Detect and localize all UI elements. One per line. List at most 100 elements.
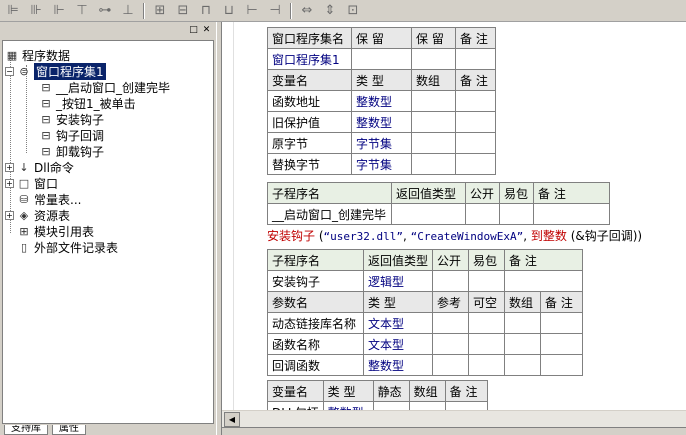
param-name-cell[interactable]: 回调函数 [267, 354, 364, 376]
table-cell[interactable] [540, 354, 584, 376]
same-size-icon[interactable]: ⊡ [342, 1, 364, 21]
table-cell[interactable] [444, 401, 488, 410]
same-height-icon[interactable]: ⊣ [264, 1, 286, 21]
return-type-cell[interactable]: 逻辑型 [362, 270, 434, 292]
table-cell[interactable] [468, 333, 506, 355]
table-cell[interactable] [411, 111, 456, 133]
table-cell[interactable] [372, 401, 410, 410]
close-icon[interactable]: ✕ [201, 25, 212, 36]
tree-item-sub[interactable]: ⊟ 卸载钩子 [39, 143, 104, 159]
scroll-left-icon[interactable]: ◀ [224, 412, 240, 427]
same-width-icon[interactable]: ⊢ [241, 1, 263, 21]
param-type-cell[interactable]: 文本型 [362, 312, 434, 334]
tree-item-sub[interactable]: ⊟ _按钮1_被单击 [39, 95, 135, 111]
table-cell[interactable] [411, 90, 456, 112]
size-h-icon[interactable]: ⇔ [296, 1, 318, 21]
tree-item-modules[interactable]: ⊞ 模块引用表 [17, 223, 94, 239]
var-name-cell[interactable]: DLL句柄 [267, 401, 324, 410]
horizontal-scrollbar[interactable]: ◀ [222, 410, 686, 427]
table-cell[interactable] [455, 90, 496, 112]
tab-properties[interactable]: 属性 [52, 425, 86, 435]
var-type-cell[interactable]: 整数型 [351, 111, 412, 133]
table-cell[interactable] [465, 203, 500, 225]
var-name-cell[interactable]: 旧保护值 [267, 111, 352, 133]
table-cell[interactable] [455, 48, 496, 70]
assembly-name-cell[interactable]: 窗口程序集1 [267, 48, 352, 70]
table-cell[interactable] [540, 312, 584, 334]
tree-item-sub[interactable]: ⊟ 安装钩子 [39, 111, 104, 127]
code-statement[interactable]: 安装钩子 (“user32.dll”, “CreateWindowExA”, 到… [267, 227, 642, 244]
table-cell[interactable] [468, 354, 506, 376]
tree-item-sub[interactable]: ⊟ 钩子回调 [39, 127, 104, 143]
subroutine-table: 子程序名 返回值类型 公开 易包 备 注 安装钩子 逻辑型 参数名 类 型 参考… [267, 249, 584, 376]
code-editor[interactable]: 窗口程序集名 保 留 保 留 备 注 窗口程序集1 变量名 类 型 数组 备 注… [222, 22, 686, 410]
center-v-icon[interactable]: ⊟ [172, 1, 194, 21]
table-cell[interactable] [455, 153, 496, 175]
table-cell[interactable] [504, 270, 584, 292]
function-call: 到整数 [530, 229, 567, 243]
tree-item-dll[interactable]: + ↓ Dll命令 [5, 159, 74, 175]
var-name-cell[interactable]: 替换字节 [267, 153, 352, 175]
table-cell[interactable] [411, 48, 456, 70]
tab-support-library[interactable]: 支持库 [4, 425, 48, 435]
table-cell[interactable] [499, 203, 534, 225]
expand-icon[interactable]: + [5, 210, 14, 220]
table-cell[interactable] [540, 333, 584, 355]
space-h-icon[interactable]: ⊓ [195, 1, 217, 21]
table-cell[interactable] [468, 270, 506, 292]
param-type-cell[interactable]: 文本型 [362, 333, 434, 355]
align-left-icon[interactable]: ⊫ [2, 1, 24, 21]
expand-icon[interactable]: + [5, 162, 14, 172]
space-v-icon[interactable]: ⊔ [218, 1, 240, 21]
window-icon: □ [18, 176, 30, 190]
align-middle-icon[interactable]: ⊶ [94, 1, 116, 21]
tree-item-assembly[interactable]: − ⊜ 窗口程序集1 [5, 62, 106, 80]
table-cell[interactable] [432, 312, 470, 334]
param-name-cell[interactable]: 动态链接库名称 [267, 312, 364, 334]
collapse-icon[interactable]: − [5, 66, 14, 76]
var-name-cell[interactable]: 原字节 [267, 132, 352, 154]
param-name-cell[interactable]: 函数名称 [267, 333, 364, 355]
size-v-icon[interactable]: ⇕ [319, 1, 341, 21]
resources-icon: ◈ [19, 208, 29, 222]
tree-item-resources[interactable]: + ◈ 资源表 [5, 207, 70, 223]
subroutine-name-cell[interactable]: __启动窗口_创建完毕 [267, 203, 392, 225]
table-cell[interactable] [432, 333, 470, 355]
align-right-icon[interactable]: ⊩ [48, 1, 70, 21]
editor-gutter [222, 22, 234, 410]
param-type-cell[interactable]: 整数型 [362, 354, 434, 376]
tree-item-sub[interactable]: ⊟ __启动窗口_创建完毕 [39, 79, 170, 95]
subroutine-name-cell[interactable]: 安装钩子 [267, 270, 364, 292]
table-cell[interactable] [432, 270, 470, 292]
tree-item-external-files[interactable]: ▯ 外部文件记录表 [17, 239, 118, 255]
tree-item-constants[interactable]: ⛁ 常量表... [17, 191, 81, 207]
var-type-cell[interactable]: 字节集 [351, 153, 412, 175]
center-h-icon[interactable]: ⊞ [149, 1, 171, 21]
align-bottom-icon[interactable]: ⊥ [117, 1, 139, 21]
tree-item-window[interactable]: + □ 窗口 [5, 175, 58, 191]
table-cell[interactable] [351, 48, 412, 70]
table-cell[interactable] [432, 354, 470, 376]
var-type-cell[interactable]: 整数型 [351, 90, 412, 112]
table-header: 保 留 [411, 27, 456, 49]
align-top-icon[interactable]: ⊤ [71, 1, 93, 21]
table-cell[interactable] [504, 312, 542, 334]
table-cell[interactable] [533, 203, 610, 225]
table-cell[interactable] [411, 132, 456, 154]
table-cell[interactable] [391, 203, 466, 225]
pin-icon[interactable]: □ [188, 25, 199, 36]
expand-icon[interactable]: + [5, 178, 14, 188]
var-type-cell[interactable]: 字节集 [351, 132, 412, 154]
var-name-cell[interactable]: 函数地址 [267, 90, 352, 112]
var-type-cell[interactable]: 整数型 [322, 401, 374, 410]
table-cell[interactable] [455, 132, 496, 154]
tree-root[interactable]: ▦ 程序数据 [5, 47, 70, 63]
table-cell[interactable] [411, 153, 456, 175]
table-cell[interactable] [504, 354, 542, 376]
table-cell[interactable] [408, 401, 446, 410]
table-cell[interactable] [455, 111, 496, 133]
program-data-icon: ▦ [6, 48, 18, 62]
table-cell[interactable] [504, 333, 542, 355]
table-cell[interactable] [468, 312, 506, 334]
align-center-icon[interactable]: ⊪ [25, 1, 47, 21]
